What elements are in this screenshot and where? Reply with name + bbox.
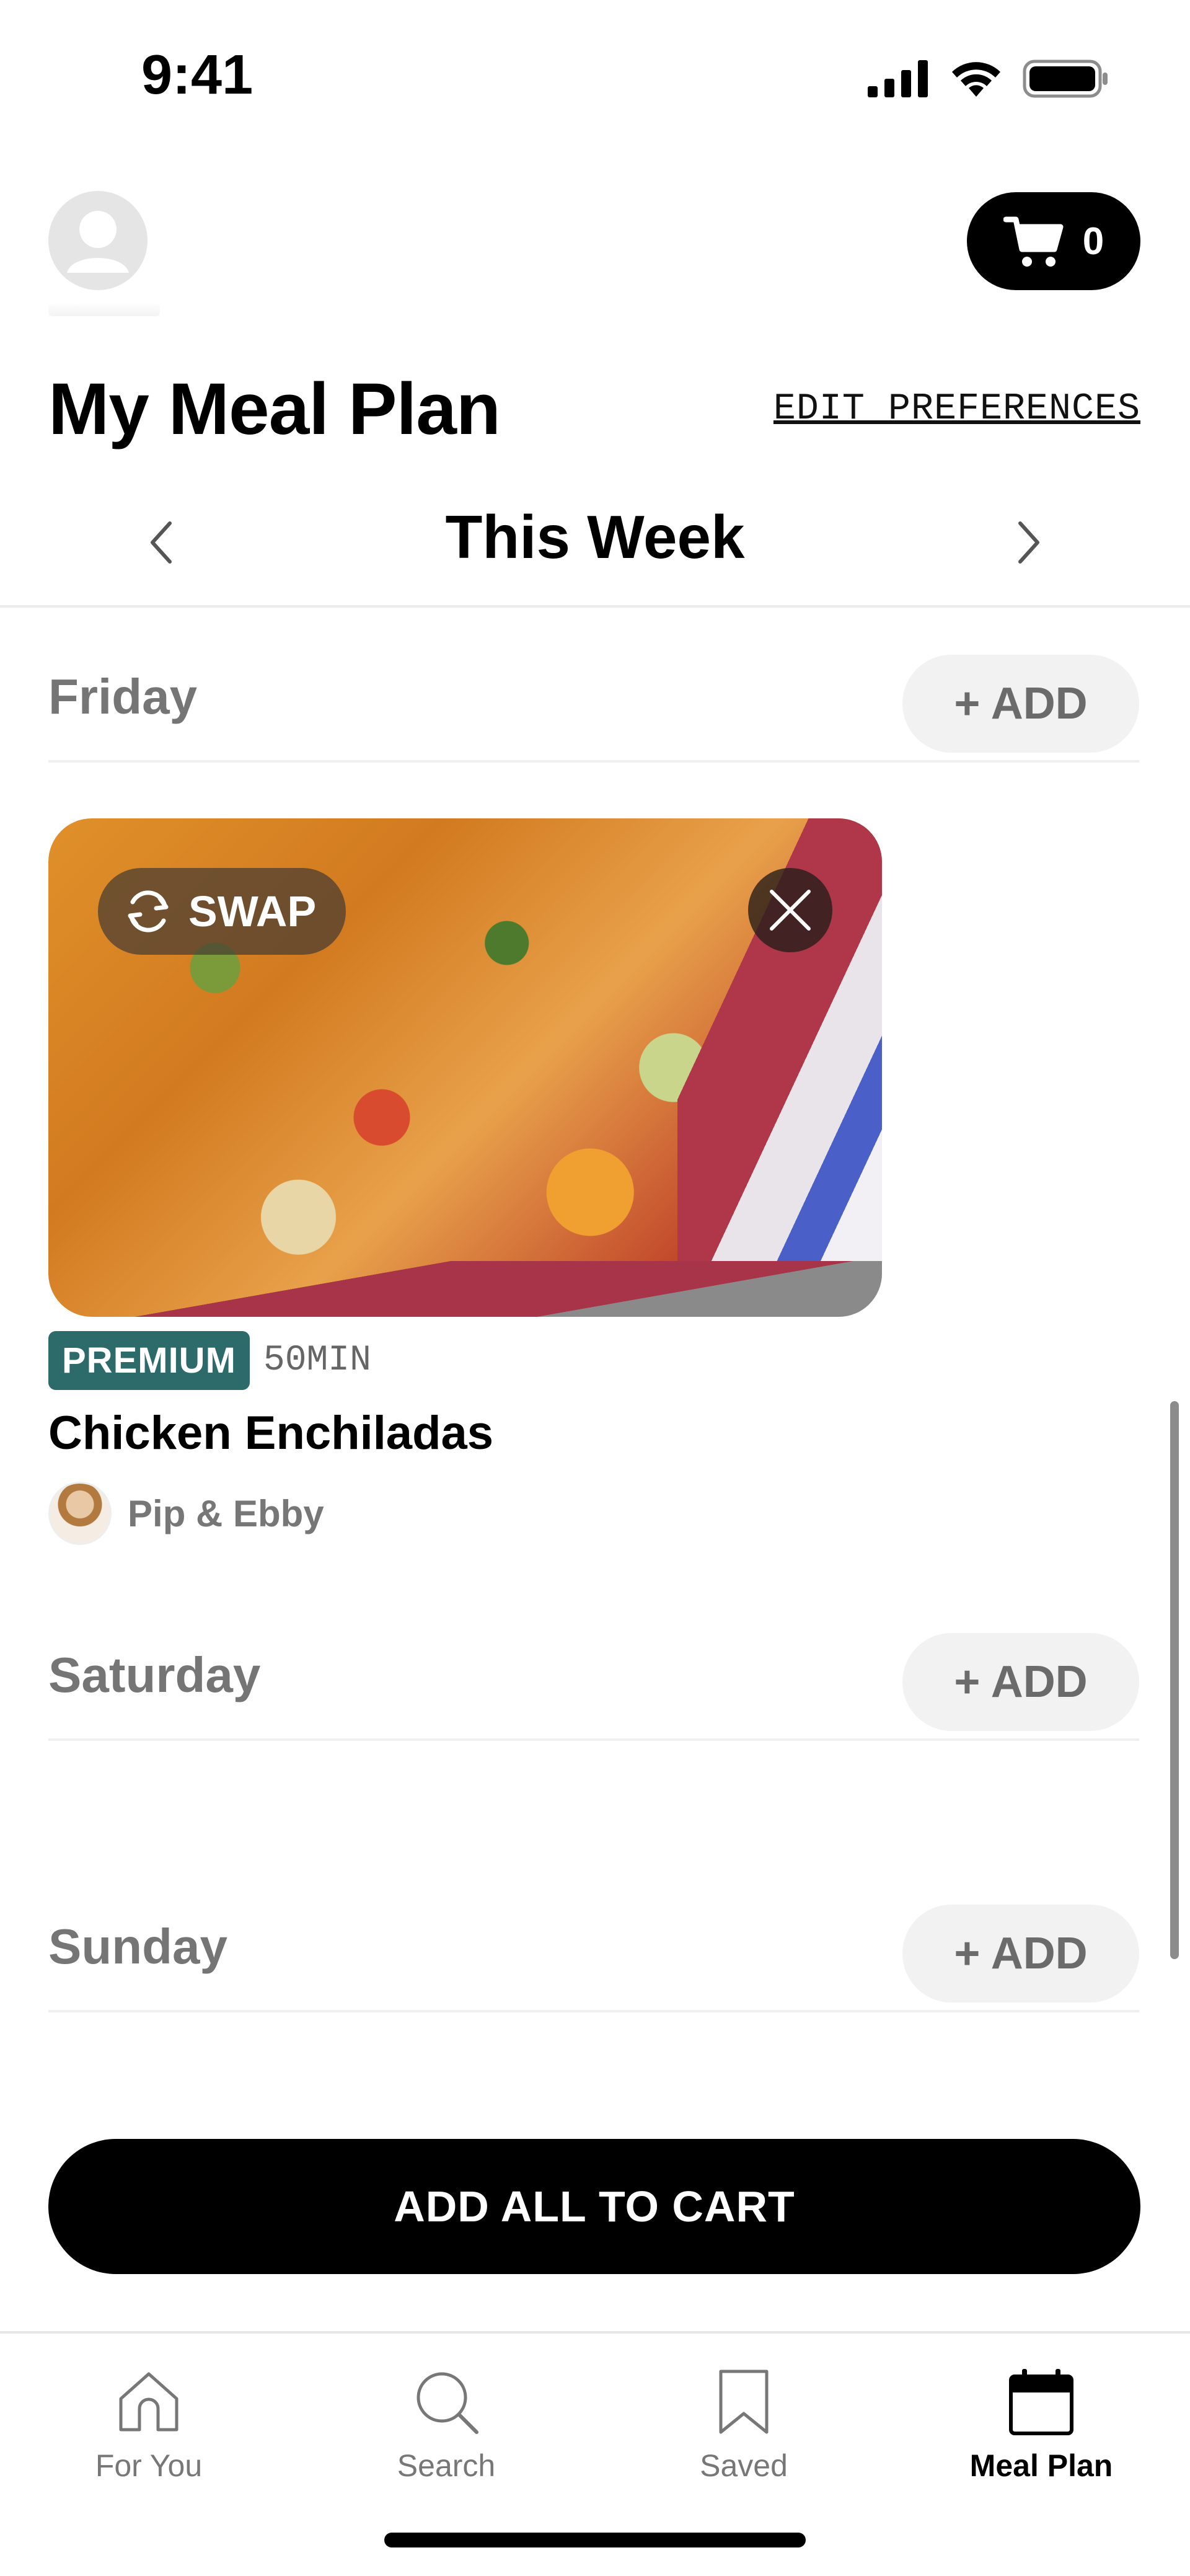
remove-recipe-button[interactable] [748, 868, 832, 952]
home-icon [112, 2365, 186, 2439]
cart-button[interactable]: 0 [967, 192, 1140, 290]
tab-for-you[interactable]: For You [0, 2346, 298, 2507]
swap-label: SWAP [188, 887, 317, 936]
search-icon [409, 2365, 483, 2439]
day-row-saturday: Saturday + ADD [48, 1623, 1139, 1741]
cellular-signal-icon [868, 60, 928, 97]
tab-label: Search [397, 2448, 496, 2483]
chevron-right-icon[interactable] [1010, 515, 1047, 570]
tab-label: Meal Plan [969, 2448, 1113, 2483]
day-name: Sunday [48, 1919, 227, 1974]
day-name: Friday [48, 669, 198, 724]
author-avatar [48, 1482, 112, 1545]
add-meal-button[interactable]: + ADD [902, 1905, 1139, 2003]
home-indicator [384, 2533, 806, 2547]
recipe-title[interactable]: Chicken Enchiladas [48, 1406, 493, 1460]
recipe-card[interactable]: SWAP PREMIUM 50MIN Chicken Enchiladas Pi… [48, 818, 882, 1545]
status-bar: 9:41 [0, 0, 1190, 149]
tab-search[interactable]: Search [298, 2346, 595, 2507]
battery-icon [1023, 60, 1108, 98]
day-row-friday: Friday + ADD [48, 645, 1139, 763]
profile-avatar[interactable] [48, 191, 148, 290]
recipe-duration: 50MIN [263, 1340, 371, 1381]
user-icon [67, 211, 129, 273]
calendar-icon [1004, 2365, 1078, 2439]
bookmark-icon [707, 2365, 781, 2439]
cart-icon [1003, 216, 1064, 267]
add-meal-button[interactable]: + ADD [902, 1633, 1139, 1731]
week-navigator: This Week [0, 484, 1190, 608]
tab-label: For You [95, 2448, 203, 2483]
avatar-caption [48, 303, 160, 316]
premium-badge: PREMIUM [48, 1330, 250, 1390]
day-name: Saturday [48, 1647, 261, 1702]
swap-button[interactable]: SWAP [98, 868, 346, 955]
page-title: My Meal Plan [48, 368, 501, 450]
refresh-icon [128, 890, 169, 932]
tab-meal-plan[interactable]: Meal Plan [892, 2346, 1190, 2507]
add-meal-button[interactable]: + ADD [902, 655, 1139, 753]
tab-saved[interactable]: Saved [595, 2346, 892, 2507]
recipe-image[interactable]: SWAP [48, 818, 882, 1317]
recipe-author[interactable]: Pip & Ebby [48, 1482, 324, 1545]
status-time: 9:41 [141, 44, 253, 106]
wifi-icon [952, 62, 1000, 97]
tab-label: Saved [700, 2448, 788, 2483]
day-row-sunday: Sunday + ADD [48, 1895, 1139, 2012]
close-icon [770, 890, 811, 931]
dish-edge [48, 1261, 882, 1317]
author-name: Pip & Ebby [128, 1492, 324, 1534]
edit-preferences-link[interactable]: EDIT PREFERENCES [774, 388, 1140, 430]
scrollbar[interactable] [1170, 1401, 1179, 1959]
add-all-to-cart-button[interactable]: ADD ALL TO CART [48, 2139, 1140, 2274]
recipe-meta: PREMIUM 50MIN [48, 1329, 371, 1391]
cart-count: 0 [1082, 219, 1104, 263]
